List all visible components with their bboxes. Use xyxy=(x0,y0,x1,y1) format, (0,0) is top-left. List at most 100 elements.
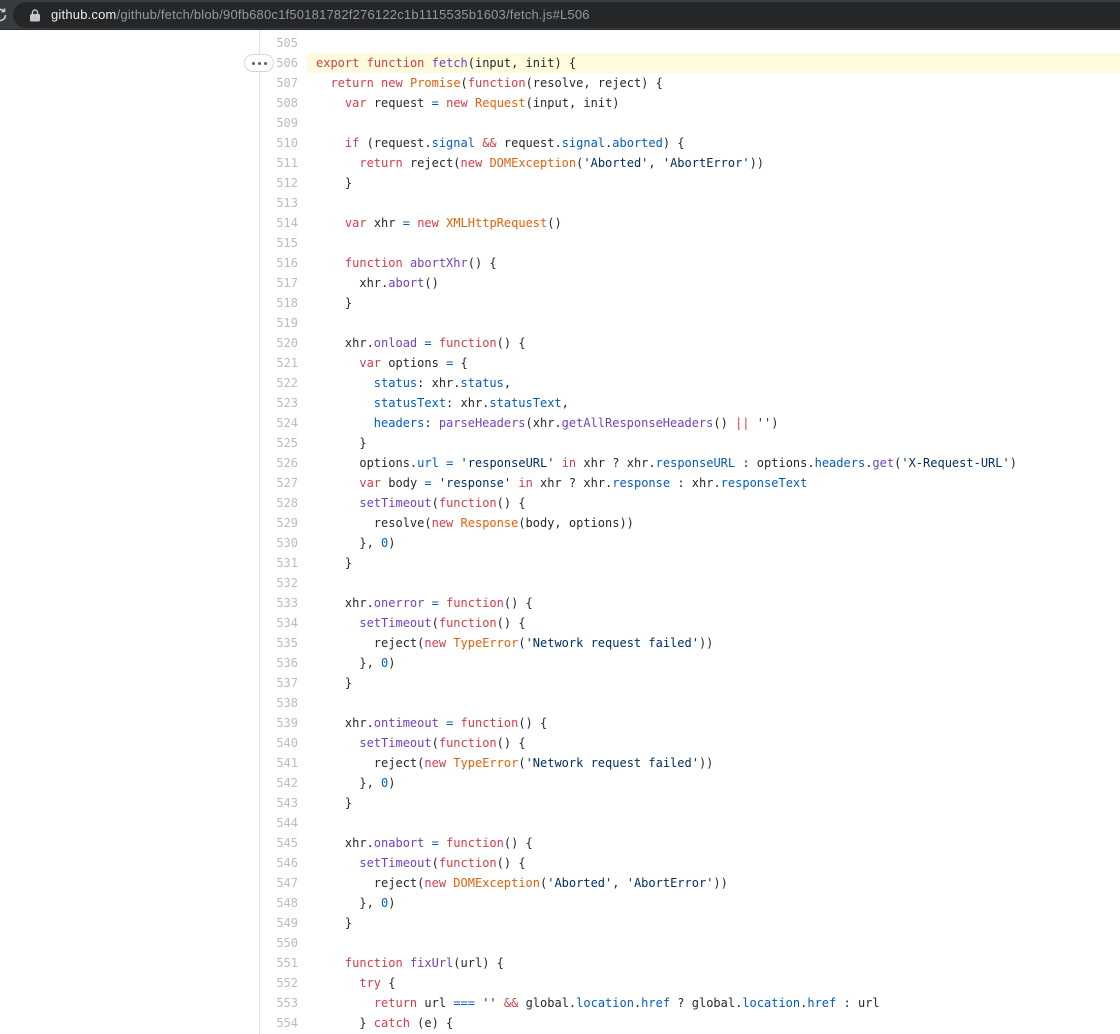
line-number[interactable]: 543 xyxy=(260,793,307,813)
line-number[interactable]: 522 xyxy=(260,373,307,393)
code-row: 527 var body = 'response' in xhr ? xhr.r… xyxy=(260,473,1120,493)
line-number[interactable]: 536 xyxy=(260,653,307,673)
code-line: resolve(new Response(body, options)) xyxy=(307,513,1120,533)
code-row: 532 xyxy=(260,573,1120,593)
line-number[interactable]: 552 xyxy=(260,973,307,993)
line-number[interactable]: 507 xyxy=(260,73,307,93)
url-text: github.com/github/fetch/blob/90fb680c1f5… xyxy=(51,7,590,22)
line-actions-button[interactable] xyxy=(244,54,274,72)
code-row: 537 } xyxy=(260,673,1120,693)
lock-icon xyxy=(29,8,41,22)
code-line: try { xyxy=(307,973,1120,993)
line-number[interactable]: 524 xyxy=(260,413,307,433)
url-bar[interactable]: github.com/github/fetch/blob/90fb680c1f5… xyxy=(13,2,1120,28)
line-number[interactable]: 531 xyxy=(260,553,307,573)
code-row: 507 return new Promise(function(resolve,… xyxy=(260,73,1120,93)
line-number[interactable]: 544 xyxy=(260,813,307,833)
line-number[interactable]: 542 xyxy=(260,773,307,793)
code-line xyxy=(307,933,1120,953)
line-number[interactable]: 520 xyxy=(260,333,307,353)
line-number[interactable]: 540 xyxy=(260,733,307,753)
line-number[interactable]: 530 xyxy=(260,533,307,553)
ellipsis-icon xyxy=(252,62,255,65)
code-row: 529 resolve(new Response(body, options)) xyxy=(260,513,1120,533)
line-number[interactable]: 527 xyxy=(260,473,307,493)
browser-toolbar: github.com/github/fetch/blob/90fb680c1f5… xyxy=(0,0,1120,30)
line-number[interactable]: 511 xyxy=(260,153,307,173)
code-row: 545 xhr.onabort = function() { xyxy=(260,833,1120,853)
line-number[interactable]: 513 xyxy=(260,193,307,213)
code-row: 546 setTimeout(function() { xyxy=(260,853,1120,873)
url-path: /github/fetch/blob/90fb680c1f50181782f27… xyxy=(117,7,590,22)
line-number[interactable]: 518 xyxy=(260,293,307,313)
code-line: return new Promise(function(resolve, rej… xyxy=(307,73,1120,93)
line-number[interactable]: 525 xyxy=(260,433,307,453)
line-number[interactable]: 550 xyxy=(260,933,307,953)
code-line xyxy=(307,193,1120,213)
code-line: } xyxy=(307,433,1120,453)
line-number[interactable]: 523 xyxy=(260,393,307,413)
line-number[interactable]: 521 xyxy=(260,353,307,373)
code-line: var options = { xyxy=(307,353,1120,373)
code-row: 540 setTimeout(function() { xyxy=(260,733,1120,753)
line-number[interactable]: 515 xyxy=(260,233,307,253)
line-number[interactable]: 551 xyxy=(260,953,307,973)
code-line: } xyxy=(307,293,1120,313)
code-line: var xhr = new XMLHttpRequest() xyxy=(307,213,1120,233)
line-number[interactable]: 510 xyxy=(260,133,307,153)
code-line: return reject(new DOMException('Aborted'… xyxy=(307,153,1120,173)
code-line xyxy=(307,573,1120,593)
code-row: 509 xyxy=(260,113,1120,133)
code-line: xhr.abort() xyxy=(307,273,1120,293)
code-line: function fixUrl(url) { xyxy=(307,953,1120,973)
line-number[interactable]: 533 xyxy=(260,593,307,613)
code-row: 542 }, 0) xyxy=(260,773,1120,793)
code-row: 506 export function fetch(input, init) { xyxy=(260,53,1120,73)
code-line xyxy=(307,33,1120,53)
code-line: }, 0) xyxy=(307,653,1120,673)
code-line: setTimeout(function() { xyxy=(307,853,1120,873)
line-number[interactable]: 547 xyxy=(260,873,307,893)
reload-button[interactable] xyxy=(0,4,11,26)
code-row: 513 xyxy=(260,193,1120,213)
code-row: 544 xyxy=(260,813,1120,833)
line-number[interactable]: 508 xyxy=(260,93,307,113)
code-line: xhr.onerror = function() { xyxy=(307,593,1120,613)
code-row: 539 xhr.ontimeout = function() { xyxy=(260,713,1120,733)
line-number[interactable]: 519 xyxy=(260,313,307,333)
code-line: } xyxy=(307,673,1120,693)
line-number[interactable]: 528 xyxy=(260,493,307,513)
line-number[interactable]: 546 xyxy=(260,853,307,873)
line-number[interactable]: 548 xyxy=(260,893,307,913)
code-row: 547 reject(new DOMException('Aborted', '… xyxy=(260,873,1120,893)
code-row: 518 } xyxy=(260,293,1120,313)
line-number[interactable]: 553 xyxy=(260,993,307,1013)
line-number[interactable]: 516 xyxy=(260,253,307,273)
code-row: 528 setTimeout(function() { xyxy=(260,493,1120,513)
line-number[interactable]: 545 xyxy=(260,833,307,853)
line-number[interactable]: 512 xyxy=(260,173,307,193)
line-number[interactable]: 526 xyxy=(260,453,307,473)
line-number[interactable]: 505 xyxy=(260,33,307,53)
line-number[interactable]: 549 xyxy=(260,913,307,933)
line-number[interactable]: 514 xyxy=(260,213,307,233)
line-number[interactable]: 534 xyxy=(260,613,307,633)
line-number[interactable]: 509 xyxy=(260,113,307,133)
line-number[interactable]: 535 xyxy=(260,633,307,653)
line-number[interactable]: 541 xyxy=(260,753,307,773)
code-line: }, 0) xyxy=(307,893,1120,913)
line-number[interactable]: 517 xyxy=(260,273,307,293)
code-row: 548 }, 0) xyxy=(260,893,1120,913)
line-number[interactable]: 538 xyxy=(260,693,307,713)
line-number[interactable]: 539 xyxy=(260,713,307,733)
reload-icon xyxy=(0,7,8,23)
code-line: }, 0) xyxy=(307,773,1120,793)
code-row: 551 function fixUrl(url) { xyxy=(260,953,1120,973)
line-number[interactable]: 529 xyxy=(260,513,307,533)
line-number[interactable]: 537 xyxy=(260,673,307,693)
line-number[interactable]: 554 xyxy=(260,1013,307,1033)
code-row: 541 reject(new TypeError('Network reques… xyxy=(260,753,1120,773)
code-row: 536 }, 0) xyxy=(260,653,1120,673)
line-number[interactable]: 532 xyxy=(260,573,307,593)
code-row: 517 xhr.abort() xyxy=(260,273,1120,293)
